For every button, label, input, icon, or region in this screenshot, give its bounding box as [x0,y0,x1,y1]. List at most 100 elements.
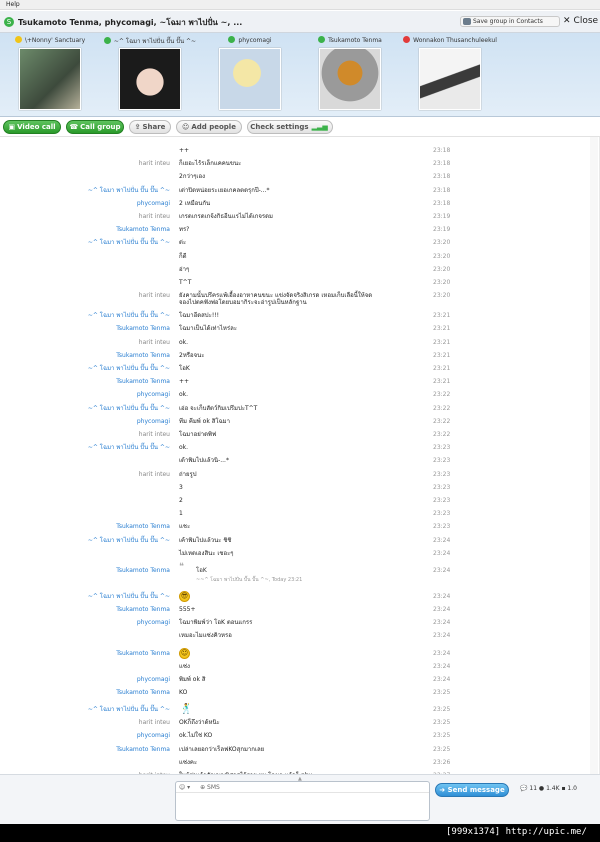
message-text: ทีม คีมพ์ ok สิโฉมา [179,417,230,425]
save-group-button[interactable]: Save group in Contacts [460,16,560,27]
message-sender[interactable]: harit inteu [139,431,170,438]
message-sender[interactable]: phycomagi [137,391,170,398]
participant-card[interactable]: \+Nonny' Sanctuary [0,33,100,117]
contacts-icon [463,18,471,25]
message-sender[interactable]: phycomagi [137,732,170,739]
message-text: 3 [179,483,183,491]
message-text: ด่ะ [179,239,187,247]
message-sender[interactable]: ~^ โฉมา พาไปปั่น ปั๊น ปั๊น ^~ [88,405,170,412]
message-sender[interactable]: Tsukamoto Tenma [116,226,170,233]
quote-meta: ~~^ โฉมา พาไปปั่น ปั๊น ปั๊น ^~, Today 23… [196,577,303,583]
message-sender[interactable]: Tsukamoto Tenma [116,746,170,753]
message-text: แซ่ง [179,662,190,670]
signal-bars-icon: ▂▃▅ [311,123,328,131]
message-sender[interactable]: ~^ โฉมา พาไปปั่น ปั๊น ปั๊น ^~ [88,444,170,451]
sms-toggle[interactable]: ⊕ SMS [200,784,220,791]
message-sender[interactable]: ~^ โฉมา พาไปปั่น ปั๊น ปั๊น ^~ [88,187,170,194]
message-input[interactable] [179,799,419,815]
message-time: 23:22 [433,404,451,412]
add-people-button[interactable]: ☺ Add people [176,120,242,134]
message-sender[interactable]: phycomagi [137,418,170,425]
close-button[interactable]: ✕ Close [563,16,600,27]
message-sender[interactable]: Tsukamoto Tenma [116,567,170,574]
message-sender[interactable]: Tsukamoto Tenma [116,523,170,530]
message-time: 23:24 [433,619,451,627]
message-sender[interactable]: ~^ โฉมา พาไปปั่น ปั๊น ปั๊น ^~ [88,593,170,600]
video-camera-icon: ▣ [8,123,16,131]
message-text: แซ่งคะ [179,758,198,766]
message-text: เปล่าเลยอกว่าเร็ลฟKOสุกมากเลย [179,745,265,753]
message-sender[interactable]: harit inteu [139,292,170,299]
message-time: 23:24 [433,606,451,613]
status-online-icon [228,36,236,43]
message-time: 23:20 [433,252,451,260]
message-sender[interactable]: ~^ โฉมา พาไปปั่น ปั๊น ปั๊น ^~ [88,312,170,319]
message-text: ทร? [179,226,190,234]
message-sender[interactable]: harit inteu [139,160,170,167]
message-text: ก็ดี [179,252,187,260]
message-time: 23:21 [433,325,451,333]
send-message-button[interactable]: ➜ Send message [435,783,509,797]
message-text: เด่าปิดหน่อยระเยอเกคลตดรุกปี-...* [179,186,270,194]
message-text: ยังคามนั้นปรีครแพ้เอื้องอาหาคนขนะ แข่งจั… [179,292,373,307]
message-time: 23:23 [433,483,451,491]
message-sender[interactable]: ~^ โฉมา พาไปปั่น ปั๊น ปั๊น ^~ [88,706,170,713]
send-message-label: Send message [447,786,505,794]
quoted-message-row[interactable]: Tsukamoto Tenma ❝ โอK ~~^ โฉมา พาไปปั่น ปั๊… [0,562,599,587]
message-sender[interactable]: Tsukamoto Tenma [116,352,170,359]
quote-icon: ❝ [179,562,184,572]
message-time: 23:22 [433,431,451,438]
participant-card[interactable]: ~^ โฉมา พาไปปั่น ปั๊น ปั๊น ^~ [100,33,200,117]
participant-name: ~^ โฉมา พาไปปั่น ปั๊น ปั๊น ^~ [113,38,197,45]
message-time: 23:25 [433,745,451,753]
message-sender[interactable]: phycomagi [137,676,170,683]
message-text: โฉมาเป็นได้เท่าไหร่ละ [179,325,237,333]
chat-history[interactable]: ++ 23:18 harit inteu ก็เยอะไร้รเล็กแคคนขนะ 2… [0,137,600,774]
participant-card[interactable]: Wonnakon Thusanchuleekul [400,33,500,117]
message-text: เค้าพิมไปแล้วนะ ชิชิ [179,536,232,544]
message-sender[interactable]: Tsukamoto Tenma [116,606,170,613]
status-tray: 💬 11 ● 1.4K ▪ 1.0 [520,785,577,792]
quoted-text: โอK [196,567,207,574]
message-time: 23:23 [433,523,451,531]
message-sender[interactable]: harit inteu [139,471,170,478]
chat-scrollbar[interactable] [590,137,598,774]
message-sender[interactable]: Tsukamoto Tenma [116,689,170,696]
video-call-button[interactable]: ▣ Video call [3,120,61,134]
message-sender[interactable]: harit inteu [139,213,170,220]
message-text: ก็เยอะไร้รเล็กแคคนขนะ [179,160,242,168]
share-button[interactable]: ⇪ Share [129,120,171,134]
message-sender[interactable]: phycomagi [137,619,170,626]
message-text: อ่าๆ [179,265,190,273]
message-compose-box: ☺ ▾ ⊕ SMS [175,781,430,821]
participant-card[interactable]: phycomagi [200,33,300,117]
call-group-button[interactable]: ☎ Call group [66,120,124,134]
send-icon: ➜ [439,786,448,794]
sms-icon: ⊕ [200,784,208,791]
message-text: ++ [179,378,190,386]
skype-icon: S [4,17,14,27]
status-away-icon [14,36,22,43]
message-sender[interactable]: phycomagi [137,200,170,207]
add-people-icon: ☺ [182,123,190,131]
message-sender[interactable]: ~^ โฉมา พาไปปั่น ปั๊น ปั๊น ^~ [88,239,170,246]
message-time: 23:23 [433,497,451,504]
message-sender[interactable]: ~^ โฉมา พาไปปั่น ปั๊น ปั๊น ^~ [88,365,170,372]
message-text: KO [179,689,188,696]
message-sender[interactable]: Tsukamoto Tenma [116,650,170,657]
emoticon-picker-button[interactable]: ☺ ▾ [179,784,190,791]
message-sender[interactable]: harit inteu [139,719,170,726]
menu-help[interactable]: Help [6,1,20,8]
message-sender[interactable]: Tsukamoto Tenma [116,325,170,332]
message-text: เหมอะไมแซ่งคิวหรอ [179,632,232,640]
message-time: 23:21 [433,351,451,359]
message-sender[interactable]: Tsukamoto Tenma [116,378,170,385]
check-settings-button[interactable]: Check settings ▂▃▅ [247,120,333,134]
message-text: T^T [179,279,192,286]
participant-card[interactable]: Tsukamoto Tenma [300,33,400,117]
message-sender[interactable]: ~^ โฉมา พาไปปั่น ปั๊น ปั๊น ^~ [88,537,170,544]
menu-bar: Help [0,0,600,10]
message-time: 23:20 [433,265,451,273]
video-call-label: Video call [17,123,56,131]
message-sender[interactable]: harit inteu [139,339,170,346]
